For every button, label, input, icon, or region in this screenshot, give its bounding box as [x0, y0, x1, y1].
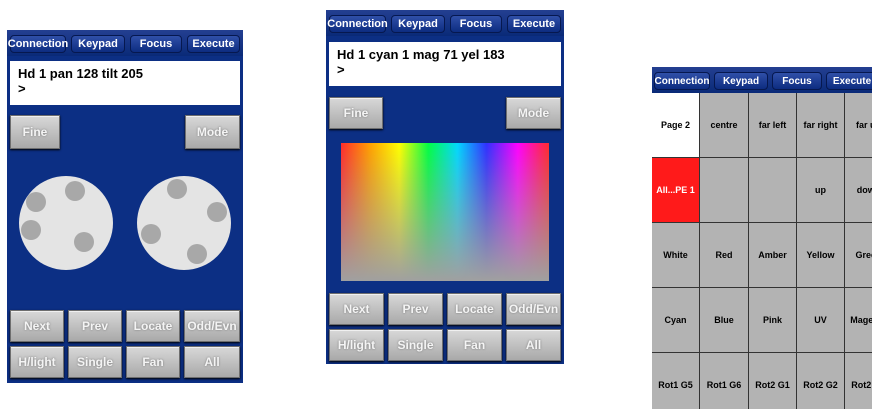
pan-wheel[interactable] — [19, 176, 113, 270]
all-button[interactable]: All — [184, 346, 240, 378]
wheel-handle[interactable] — [74, 232, 94, 252]
grid-cell[interactable] — [700, 158, 748, 222]
wheel-handle[interactable] — [65, 181, 85, 201]
grid-cell[interactable]: Blue — [700, 288, 748, 352]
wheel-handle[interactable] — [167, 179, 187, 199]
highlight-button[interactable]: H/light — [10, 346, 64, 378]
grid-cell[interactable]: Rot1 G5 — [652, 353, 699, 409]
wheel-handle[interactable] — [207, 202, 227, 222]
tab-execute[interactable]: Execute — [826, 72, 872, 90]
status-display: Hd 1 cyan 1 mag 71 yel 183 > — [329, 42, 561, 86]
single-button[interactable]: Single — [388, 329, 443, 361]
command-prompt: > — [337, 62, 345, 77]
grid-cell[interactable]: far left — [749, 93, 796, 157]
grid-cell[interactable]: Rot1 G6 — [700, 353, 748, 409]
tab-connection[interactable]: Connection — [327, 15, 388, 33]
mode-button[interactable]: Mode — [506, 97, 561, 129]
grid-cell[interactable]: down — [845, 158, 872, 222]
grid-cell[interactable]: Pink — [749, 288, 796, 352]
grid-cell[interactable]: Amber — [749, 223, 796, 287]
top-nav-bar: Connection Keypad Focus Execute — [652, 67, 872, 93]
locate-button[interactable]: Locate — [126, 310, 180, 342]
grid-cell[interactable]: Yellow — [797, 223, 844, 287]
odd-even-button[interactable]: Odd/Evn — [184, 310, 240, 342]
command-prompt: > — [18, 81, 26, 96]
fan-button[interactable]: Fan — [126, 346, 180, 378]
grid-cell[interactable]: Cyan — [652, 288, 699, 352]
grid-cell[interactable]: White — [652, 223, 699, 287]
next-button[interactable]: Next — [329, 293, 384, 325]
fine-button[interactable]: Fine — [10, 115, 60, 149]
grid-cell[interactable]: up — [797, 158, 844, 222]
status-line: Hd 1 cyan 1 mag 71 yel 183 — [337, 47, 505, 62]
prev-button[interactable]: Prev — [388, 293, 443, 325]
tab-connection[interactable]: Connection — [8, 35, 68, 53]
tab-keypad[interactable]: Keypad — [714, 72, 768, 90]
screen-keypad-grid: Connection Keypad Focus Execute Page 2 c… — [652, 67, 872, 409]
tab-execute[interactable]: Execute — [507, 15, 561, 33]
next-button[interactable]: Next — [10, 310, 64, 342]
top-nav-bar: Connection Keypad Focus Execute — [326, 10, 564, 36]
grid-cell[interactable]: Rot2 G3 — [845, 353, 872, 409]
odd-even-button[interactable]: Odd/Evn — [506, 293, 561, 325]
highlight-button[interactable]: H/light — [329, 329, 384, 361]
wheel-handle[interactable] — [21, 220, 41, 240]
locate-button[interactable]: Locate — [447, 293, 502, 325]
grid-cell[interactable]: Rot2 G2 — [797, 353, 844, 409]
fine-button[interactable]: Fine — [329, 97, 383, 129]
mode-button[interactable]: Mode — [185, 115, 240, 149]
grid-cell[interactable]: Red — [700, 223, 748, 287]
grid-cell[interactable]: Rot2 G1 — [749, 353, 796, 409]
wheel-handle[interactable] — [187, 244, 207, 264]
tilt-wheel[interactable] — [137, 176, 231, 270]
keypad-grid: Page 2 centre far left far right far up … — [652, 93, 872, 409]
tab-focus[interactable]: Focus — [450, 15, 502, 33]
grid-cell[interactable]: far up — [845, 93, 872, 157]
color-picker-area[interactable] — [341, 143, 549, 281]
status-display: Hd 1 pan 128 tilt 205 > — [10, 61, 240, 105]
wheel-handle[interactable] — [141, 224, 161, 244]
grid-cell[interactable] — [749, 158, 796, 222]
grid-cell[interactable]: UV — [797, 288, 844, 352]
grid-cell[interactable]: Green — [845, 223, 872, 287]
prev-button[interactable]: Prev — [68, 310, 122, 342]
grid-cell[interactable]: Magenta — [845, 288, 872, 352]
tab-connection[interactable]: Connection — [654, 72, 710, 90]
screen-color-picker: Connection Keypad Focus Execute Hd 1 cya… — [326, 10, 564, 364]
top-nav-bar: Connection Keypad Focus Execute — [7, 30, 243, 56]
wheel-handle[interactable] — [26, 192, 46, 212]
fan-button[interactable]: Fan — [447, 329, 502, 361]
status-line: Hd 1 pan 128 tilt 205 — [18, 66, 143, 81]
tab-keypad[interactable]: Keypad — [71, 35, 125, 53]
tab-execute[interactable]: Execute — [187, 35, 240, 53]
tab-focus[interactable]: Focus — [772, 72, 822, 90]
tab-keypad[interactable]: Keypad — [391, 15, 445, 33]
selected-cell[interactable]: All...PE 1 — [652, 158, 699, 222]
all-button[interactable]: All — [506, 329, 561, 361]
screen-pan-tilt: Connection Keypad Focus Execute Hd 1 pan… — [7, 30, 243, 383]
grid-cell[interactable]: far right — [797, 93, 844, 157]
single-button[interactable]: Single — [68, 346, 122, 378]
page-cell[interactable]: Page 2 — [652, 93, 699, 157]
tab-focus[interactable]: Focus — [130, 35, 182, 53]
grid-cell[interactable]: centre — [700, 93, 748, 157]
